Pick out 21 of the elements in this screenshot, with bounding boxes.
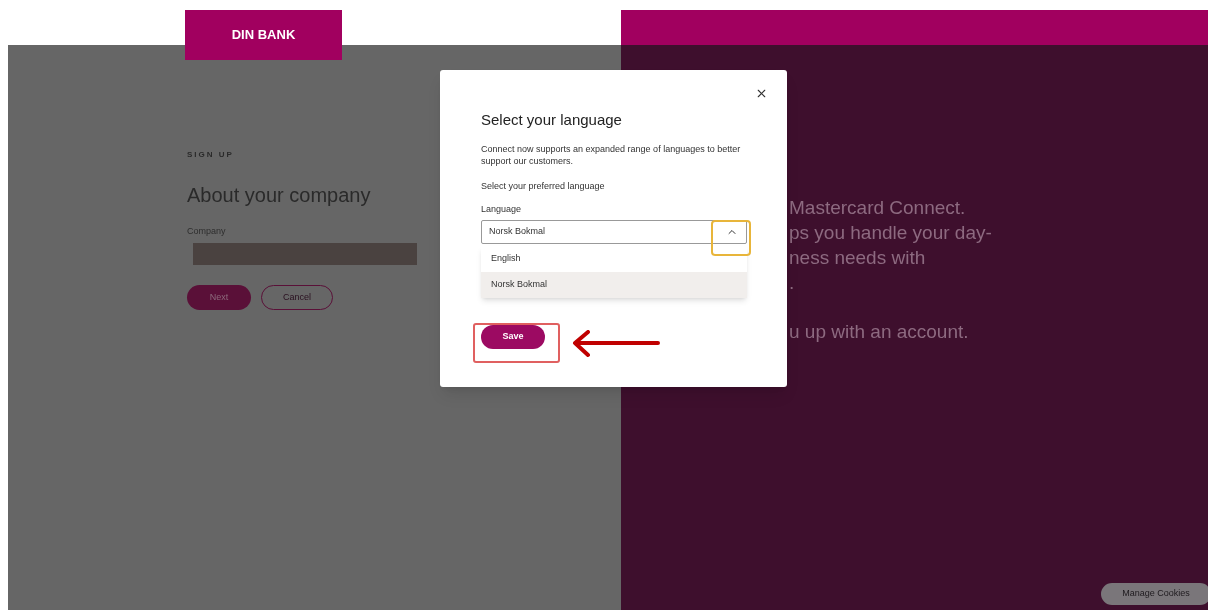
- section-eyebrow: SIGN UP: [187, 151, 234, 159]
- select-value: Norsk Bokmal: [489, 225, 545, 239]
- panel-text: .: [789, 271, 796, 295]
- dropdown-option[interactable]: Norsk Bokmal: [481, 272, 747, 298]
- panel-text: ps you handle your day-: [789, 221, 993, 245]
- page-heading: About your company: [187, 185, 371, 205]
- company-input-field[interactable]: [193, 243, 417, 265]
- panel-text: ness needs with: [789, 246, 927, 270]
- logo: DIN BANK: [185, 10, 342, 60]
- dropdown-option[interactable]: English: [481, 246, 747, 272]
- close-icon[interactable]: [755, 87, 768, 100]
- dialog-title: Select your language: [481, 112, 623, 127]
- dialog-description: Connect now supports an expanded range of languages to better support our customers.: [481, 143, 741, 167]
- panel-text: u up with an account.: [789, 320, 970, 344]
- save-button[interactable]: Save: [481, 325, 545, 349]
- highlight-box: [711, 220, 751, 256]
- field-label: Language: [481, 205, 523, 214]
- manage-cookies-button[interactable]: Manage Cookies: [1101, 583, 1208, 605]
- panel-text: Mastercard Connect.: [789, 196, 967, 220]
- language-select[interactable]: Norsk Bokmal: [481, 220, 747, 244]
- prompt-text: Select your preferred language: [481, 182, 606, 191]
